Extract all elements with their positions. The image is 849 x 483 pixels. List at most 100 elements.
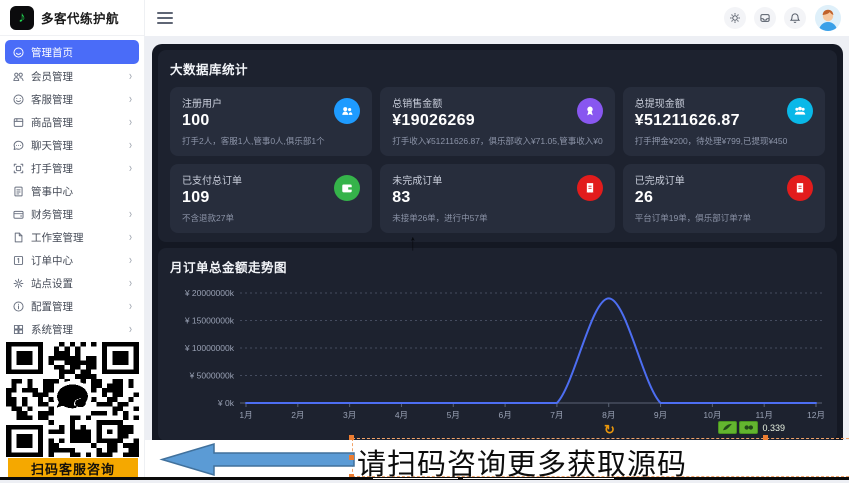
stat-card: 总销售金额¥19026269打手收入¥51211626.87，俱乐部收入¥71.… bbox=[380, 87, 615, 156]
sidebar: ♪ 多客代练护航 管理首页会员管理›客服管理›商品管理›聊天管理›打手管理›管事… bbox=[0, 0, 145, 480]
sidebar-item-chat[interactable]: 聊天管理 › bbox=[5, 134, 139, 156]
stat-label: 未完成订单 bbox=[392, 172, 603, 187]
stat-subtext: 打手押金¥200，待处理¥799,已提现¥450 bbox=[635, 135, 813, 147]
chevron-right-icon: › bbox=[129, 92, 132, 106]
svg-text:3月: 3月 bbox=[343, 410, 356, 420]
stat-subtext: 未接单26单，进行中57单 bbox=[392, 212, 603, 224]
selection-handle[interactable] bbox=[349, 435, 354, 440]
extension-badges: 0.339 bbox=[718, 421, 785, 434]
booster-icon bbox=[12, 162, 25, 175]
chart-panel: 月订单总金额走势图 ¥ 0k¥ 5000000k¥ 10000000k¥ 150… bbox=[158, 248, 837, 441]
sidebar-item-home[interactable]: 管理首页 bbox=[5, 40, 139, 64]
bell-icon[interactable] bbox=[784, 7, 806, 29]
svg-text:2月: 2月 bbox=[291, 410, 304, 420]
stat-value: 83 bbox=[392, 189, 603, 207]
stat-card: 已完成订单26平台订单19单，俱乐部订单7单 bbox=[623, 164, 825, 233]
sidebar-item-finance[interactable]: 财务管理 › bbox=[5, 203, 139, 225]
stat-value: 26 bbox=[635, 189, 813, 207]
stats-cards: 注册用户100打手2人，客服1人,管事0人,俱乐部1个总销售金额¥1902626… bbox=[170, 87, 825, 233]
sidebar-menu: 管理首页会员管理›客服管理›商品管理›聊天管理›打手管理›管事中心财务管理›工作… bbox=[0, 36, 144, 340]
orders-icon bbox=[12, 254, 25, 267]
inbox-icon[interactable] bbox=[754, 7, 776, 29]
stat-subtext: 平台订单19单，俱乐部订单7单 bbox=[635, 212, 813, 224]
svg-text:5月: 5月 bbox=[447, 410, 460, 420]
svg-text:10月: 10月 bbox=[703, 410, 721, 420]
hamburger-icon[interactable] bbox=[157, 12, 173, 24]
sidebar-item-site-settings[interactable]: 站点设置 › bbox=[5, 272, 139, 294]
home-icon bbox=[12, 46, 25, 59]
support-icon bbox=[12, 93, 25, 106]
sidebar-item-label: 系统管理 bbox=[31, 322, 123, 337]
svg-text:4月: 4月 bbox=[395, 410, 408, 420]
dashboard: 大数据库统计 注册用户100打手2人，客服1人,管事0人,俱乐部1个总销售金额¥… bbox=[152, 44, 843, 480]
stat-card: 总提现金额¥51211626.87打手押金¥200，待处理¥799,已提现¥45… bbox=[623, 87, 825, 156]
theme-icon[interactable] bbox=[724, 7, 746, 29]
svg-text:¥ 0k: ¥ 0k bbox=[217, 398, 235, 408]
sidebar-item-label: 管事中心 bbox=[31, 184, 132, 199]
stat-subtext: 不含退款27单 bbox=[182, 212, 360, 224]
sidebar-item-studio[interactable]: 工作室管理 › bbox=[5, 226, 139, 248]
svg-text:11月: 11月 bbox=[756, 410, 773, 420]
chevron-right-icon: › bbox=[129, 115, 132, 129]
chevron-right-icon: › bbox=[129, 322, 132, 336]
system-icon bbox=[12, 323, 25, 336]
chevron-right-icon: › bbox=[129, 138, 132, 152]
stat-label: 总销售金额 bbox=[392, 95, 603, 110]
main-content: 大数据库统计 注册用户100打手2人，客服1人,管事0人,俱乐部1个总销售金额¥… bbox=[145, 36, 849, 480]
goods-icon bbox=[12, 116, 25, 129]
team-icon bbox=[787, 98, 813, 124]
sidebar-item-label: 客服管理 bbox=[31, 92, 123, 107]
sidebar-item-label: 财务管理 bbox=[31, 207, 123, 222]
steward-icon bbox=[12, 185, 25, 198]
sidebar-item-label: 商品管理 bbox=[31, 115, 123, 130]
sidebar-item-support[interactable]: 客服管理 › bbox=[5, 88, 139, 110]
chevron-right-icon: › bbox=[129, 276, 132, 290]
stat-subtext: 打手收入¥51211626.87，俱乐部收入¥71.05,管事收入¥0 bbox=[392, 135, 603, 147]
sidebar-item-label: 工作室管理 bbox=[31, 230, 123, 245]
bill-icon bbox=[787, 175, 813, 201]
svg-text:1月: 1月 bbox=[239, 410, 252, 420]
sidebar-item-members[interactable]: 会员管理 › bbox=[5, 65, 139, 87]
sidebar-item-orders[interactable]: 订单中心› bbox=[5, 249, 139, 271]
sidebar-item-label: 订单中心 bbox=[31, 253, 123, 268]
avatar[interactable] bbox=[815, 5, 841, 31]
line-chart-svg: ¥ 0k¥ 5000000k¥ 10000000k¥ 15000000k¥ 20… bbox=[170, 285, 838, 427]
rotate-handle-icon[interactable]: ↻ bbox=[604, 422, 615, 438]
svg-text:¥ 15000000k: ¥ 15000000k bbox=[184, 316, 235, 326]
app-window: ♪ 多客代练护航 管理首页会员管理›客服管理›商品管理›聊天管理›打手管理›管事… bbox=[0, 0, 849, 480]
sidebar-item-label: 站点设置 bbox=[31, 276, 123, 291]
sidebar-item-label: 管理首页 bbox=[31, 45, 132, 60]
sidebar-item-label: 聊天管理 bbox=[31, 138, 123, 153]
stats-panel-title: 大数据库统计 bbox=[170, 59, 825, 78]
svg-text:¥ 5000000k: ¥ 5000000k bbox=[189, 371, 235, 381]
svg-text:7月: 7月 bbox=[550, 410, 563, 420]
selection-handle[interactable] bbox=[763, 435, 768, 440]
sidebar-item-config[interactable]: 配置管理› bbox=[5, 295, 139, 317]
chevron-right-icon: › bbox=[129, 161, 132, 175]
members-icon bbox=[12, 70, 25, 83]
chevron-right-icon: › bbox=[129, 69, 132, 83]
fps-counter: 0.339 bbox=[762, 423, 785, 433]
topbar bbox=[145, 0, 849, 36]
finance-icon bbox=[12, 208, 25, 221]
stats-panel: 大数据库统计 注册用户100打手2人，客服1人,管事0人,俱乐部1个总销售金额¥… bbox=[158, 50, 837, 242]
left-arrow-annotation[interactable] bbox=[150, 442, 356, 478]
qr-caption: 扫码客服咨询 bbox=[8, 458, 138, 478]
brand-logo-icon: ♪ bbox=[10, 6, 34, 30]
chevron-right-icon: › bbox=[129, 207, 132, 221]
chat-icon bbox=[12, 139, 25, 152]
stat-card: 未完成订单 83 未接单26单，进行中57单 bbox=[380, 164, 615, 233]
sidebar-item-label: 打手管理 bbox=[31, 161, 123, 176]
sidebar-item-steward[interactable]: 管事中心 bbox=[5, 180, 139, 202]
sidebar-item-system[interactable]: 系统管理 › bbox=[5, 318, 139, 340]
up-arrow-annotation: ↑ bbox=[410, 229, 416, 256]
sidebar-item-label: 会员管理 bbox=[31, 69, 123, 84]
sidebar-item-booster[interactable]: 打手管理 › bbox=[5, 157, 139, 179]
chevron-right-icon: › bbox=[129, 230, 132, 244]
selection-handle[interactable] bbox=[349, 455, 354, 460]
stat-value: 109 bbox=[182, 189, 360, 207]
line-chart: ¥ 0k¥ 5000000k¥ 10000000k¥ 15000000k¥ 20… bbox=[170, 285, 825, 432]
sidebar-item-goods[interactable]: 商品管理 › bbox=[5, 111, 139, 133]
stat-subtext: 打手2人，客服1人,管事0人,俱乐部1个 bbox=[182, 135, 360, 147]
medal-icon bbox=[577, 98, 603, 124]
